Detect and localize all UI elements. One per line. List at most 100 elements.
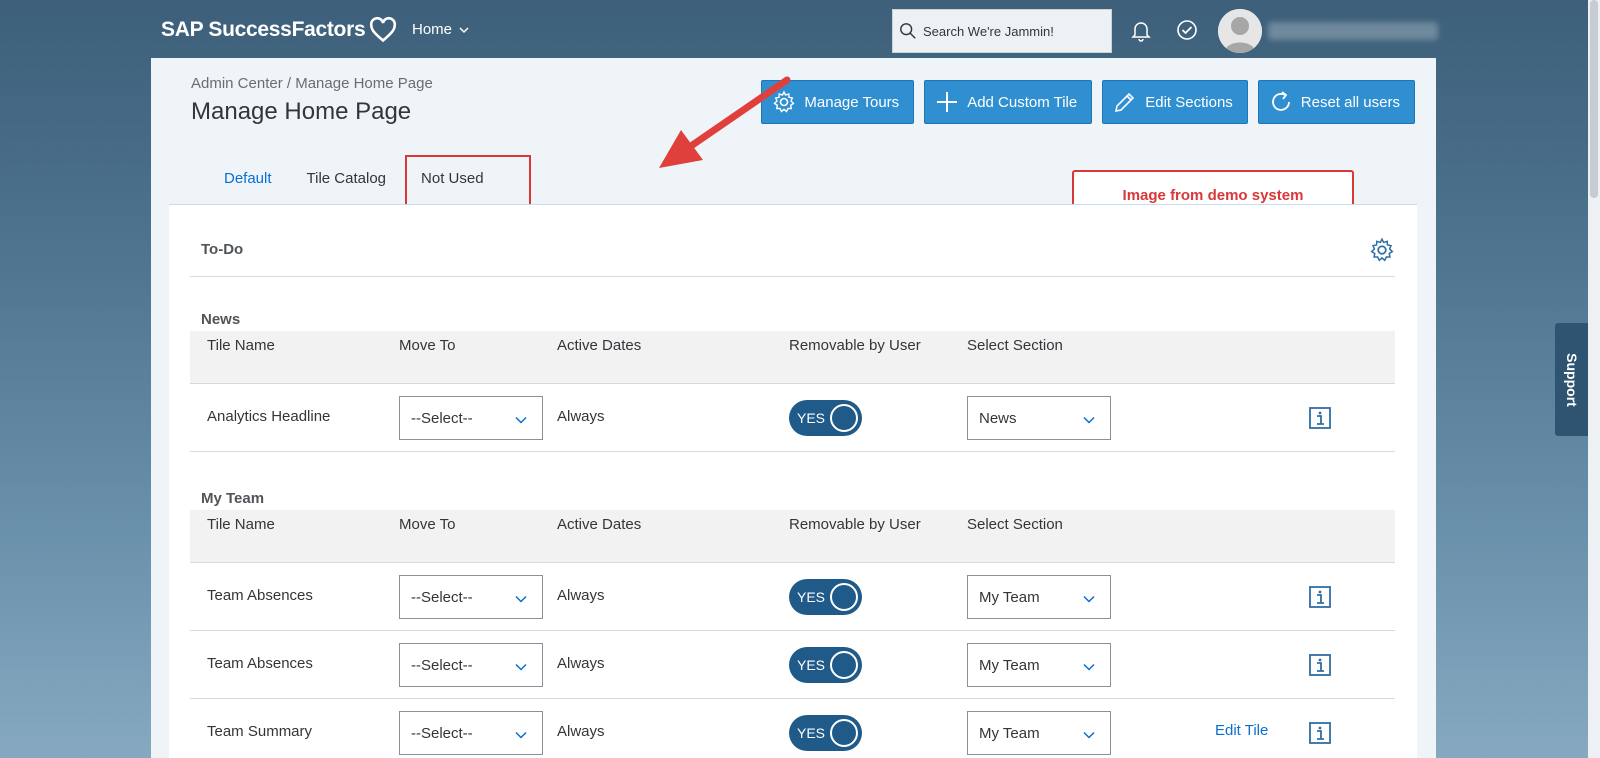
tile-name: Team Summary <box>207 723 313 740</box>
heart-icon <box>370 16 397 43</box>
column-header: Select Section <box>967 516 1063 533</box>
refresh-icon <box>1271 91 1290 111</box>
chevron-down-icon <box>1083 663 1095 671</box>
tiles-content: To-Do News Tile Name Move To Active Date… <box>169 204 1417 758</box>
user-silhouette-icon <box>1218 9 1262 53</box>
info-icon[interactable] <box>1308 653 1332 677</box>
search-input[interactable] <box>923 23 1103 39</box>
info-icon[interactable] <box>1308 406 1332 430</box>
removable-toggle[interactable]: YES <box>789 647 862 683</box>
breadcrumb[interactable]: Admin Center / Manage Home Page <box>191 75 433 92</box>
plus-icon <box>937 92 958 112</box>
active-dates: Always <box>557 655 605 672</box>
column-header: Select Section <box>967 337 1063 354</box>
logo[interactable]: SAP SuccessFactors <box>161 16 397 44</box>
select-value: My Team <box>979 724 1040 742</box>
column-header: Tile Name <box>207 516 275 533</box>
removable-toggle[interactable]: YES <box>789 579 862 615</box>
column-header: Move To <box>399 337 456 354</box>
column-header: Tile Name <box>207 337 275 354</box>
chevron-down-icon <box>1083 595 1095 603</box>
table-header: Tile Name Move To Active Dates Removable… <box>190 510 1395 563</box>
pencil-icon <box>1115 92 1135 113</box>
select-value: --Select-- <box>411 588 473 606</box>
removable-toggle[interactable]: YES <box>789 400 862 436</box>
section-title-my-team: My Team <box>201 490 265 507</box>
manage-tours-label: Manage Tours <box>804 93 900 111</box>
move-to-select[interactable]: --Select-- <box>399 396 543 440</box>
tab-default[interactable]: Default <box>224 170 272 207</box>
logo-text: SAP SuccessFactors <box>161 18 366 41</box>
select-value: --Select-- <box>411 409 473 427</box>
gear-icon[interactable] <box>1369 237 1395 263</box>
home-menu[interactable]: Home <box>412 21 470 38</box>
section-select[interactable]: News <box>967 396 1111 440</box>
support-label: Support <box>1564 352 1580 407</box>
annotation-arrow-icon <box>659 76 791 168</box>
toggle-knob <box>830 651 858 679</box>
main-panel: Admin Center / Manage Home Page Manage H… <box>151 58 1436 758</box>
column-header: Active Dates <box>557 337 642 354</box>
active-dates: Always <box>557 723 605 740</box>
edit-sections-button[interactable]: Edit Sections <box>1102 80 1248 124</box>
toggle-label: YES <box>797 410 826 426</box>
todo-section: To-Do <box>190 205 1395 277</box>
table-row: Analytics Headline --Select-- Always YES… <box>190 384 1395 452</box>
toggle-label: YES <box>797 657 826 673</box>
todo-title: To-Do <box>201 241 244 258</box>
chevron-down-icon <box>459 26 469 33</box>
chevron-down-icon <box>515 731 527 739</box>
check-circle-icon[interactable] <box>1175 18 1199 42</box>
scrollbar-thumb[interactable] <box>1590 0 1598 198</box>
edit-tile-link[interactable]: Edit Tile <box>1215 722 1268 739</box>
bell-icon[interactable] <box>1129 18 1153 42</box>
home-menu-label: Home <box>412 21 453 38</box>
tile-name: Team Absences <box>207 587 313 604</box>
chevron-down-icon <box>1083 731 1095 739</box>
section-select[interactable]: My Team <box>967 643 1111 687</box>
toggle-knob <box>830 404 858 432</box>
page-title: Manage Home Page <box>191 98 412 125</box>
tab-tile-catalog[interactable]: Tile Catalog <box>307 170 386 207</box>
toggle-knob <box>830 719 858 747</box>
toggle-label: YES <box>797 589 826 605</box>
table-header: Tile Name Move To Active Dates Removable… <box>190 331 1395 384</box>
shell-bar: SAP SuccessFactors Home <box>0 0 1600 58</box>
info-icon[interactable] <box>1308 585 1332 609</box>
tile-name: Analytics Headline <box>207 408 331 425</box>
column-header: Removable by User <box>789 516 921 533</box>
user-name-redacted <box>1268 22 1438 40</box>
edit-sections-label: Edit Sections <box>1145 93 1233 111</box>
support-tab[interactable]: Support <box>1555 323 1589 436</box>
reset-all-users-button[interactable]: Reset all users <box>1257 80 1415 124</box>
move-to-select[interactable]: --Select-- <box>399 643 543 687</box>
removable-toggle[interactable]: YES <box>789 715 862 751</box>
info-icon[interactable] <box>1308 721 1332 745</box>
chevron-down-icon <box>1083 416 1095 424</box>
table-row: Team Absences --Select-- Always YES My T… <box>190 631 1395 699</box>
action-toolbar: Manage Tours Add Custom Tile Edit Sectio… <box>761 80 1415 124</box>
table-row: Team Summary --Select-- Always YES My Te… <box>190 699 1395 758</box>
section-title-news: News <box>201 311 241 328</box>
select-value: My Team <box>979 588 1040 606</box>
search-icon <box>900 23 916 39</box>
toggle-knob <box>830 583 858 611</box>
tile-name: Team Absences <box>207 655 313 672</box>
avatar[interactable] <box>1218 9 1262 53</box>
table-row: Team Absences --Select-- Always YES My T… <box>190 563 1395 631</box>
add-custom-tile-button[interactable]: Add Custom Tile <box>924 80 1093 124</box>
column-header: Move To <box>399 516 456 533</box>
section-select[interactable]: My Team <box>967 711 1111 755</box>
select-value: --Select-- <box>411 724 473 742</box>
select-value: --Select-- <box>411 656 473 674</box>
column-header: Removable by User <box>789 337 921 354</box>
search-box[interactable] <box>892 9 1112 53</box>
move-to-select[interactable]: --Select-- <box>399 575 543 619</box>
active-dates: Always <box>557 408 605 425</box>
chevron-down-icon <box>515 663 527 671</box>
active-dates: Always <box>557 587 605 604</box>
add-custom-tile-label: Add Custom Tile <box>967 93 1078 111</box>
select-value: News <box>979 409 1017 427</box>
move-to-select[interactable]: --Select-- <box>399 711 543 755</box>
section-select[interactable]: My Team <box>967 575 1111 619</box>
